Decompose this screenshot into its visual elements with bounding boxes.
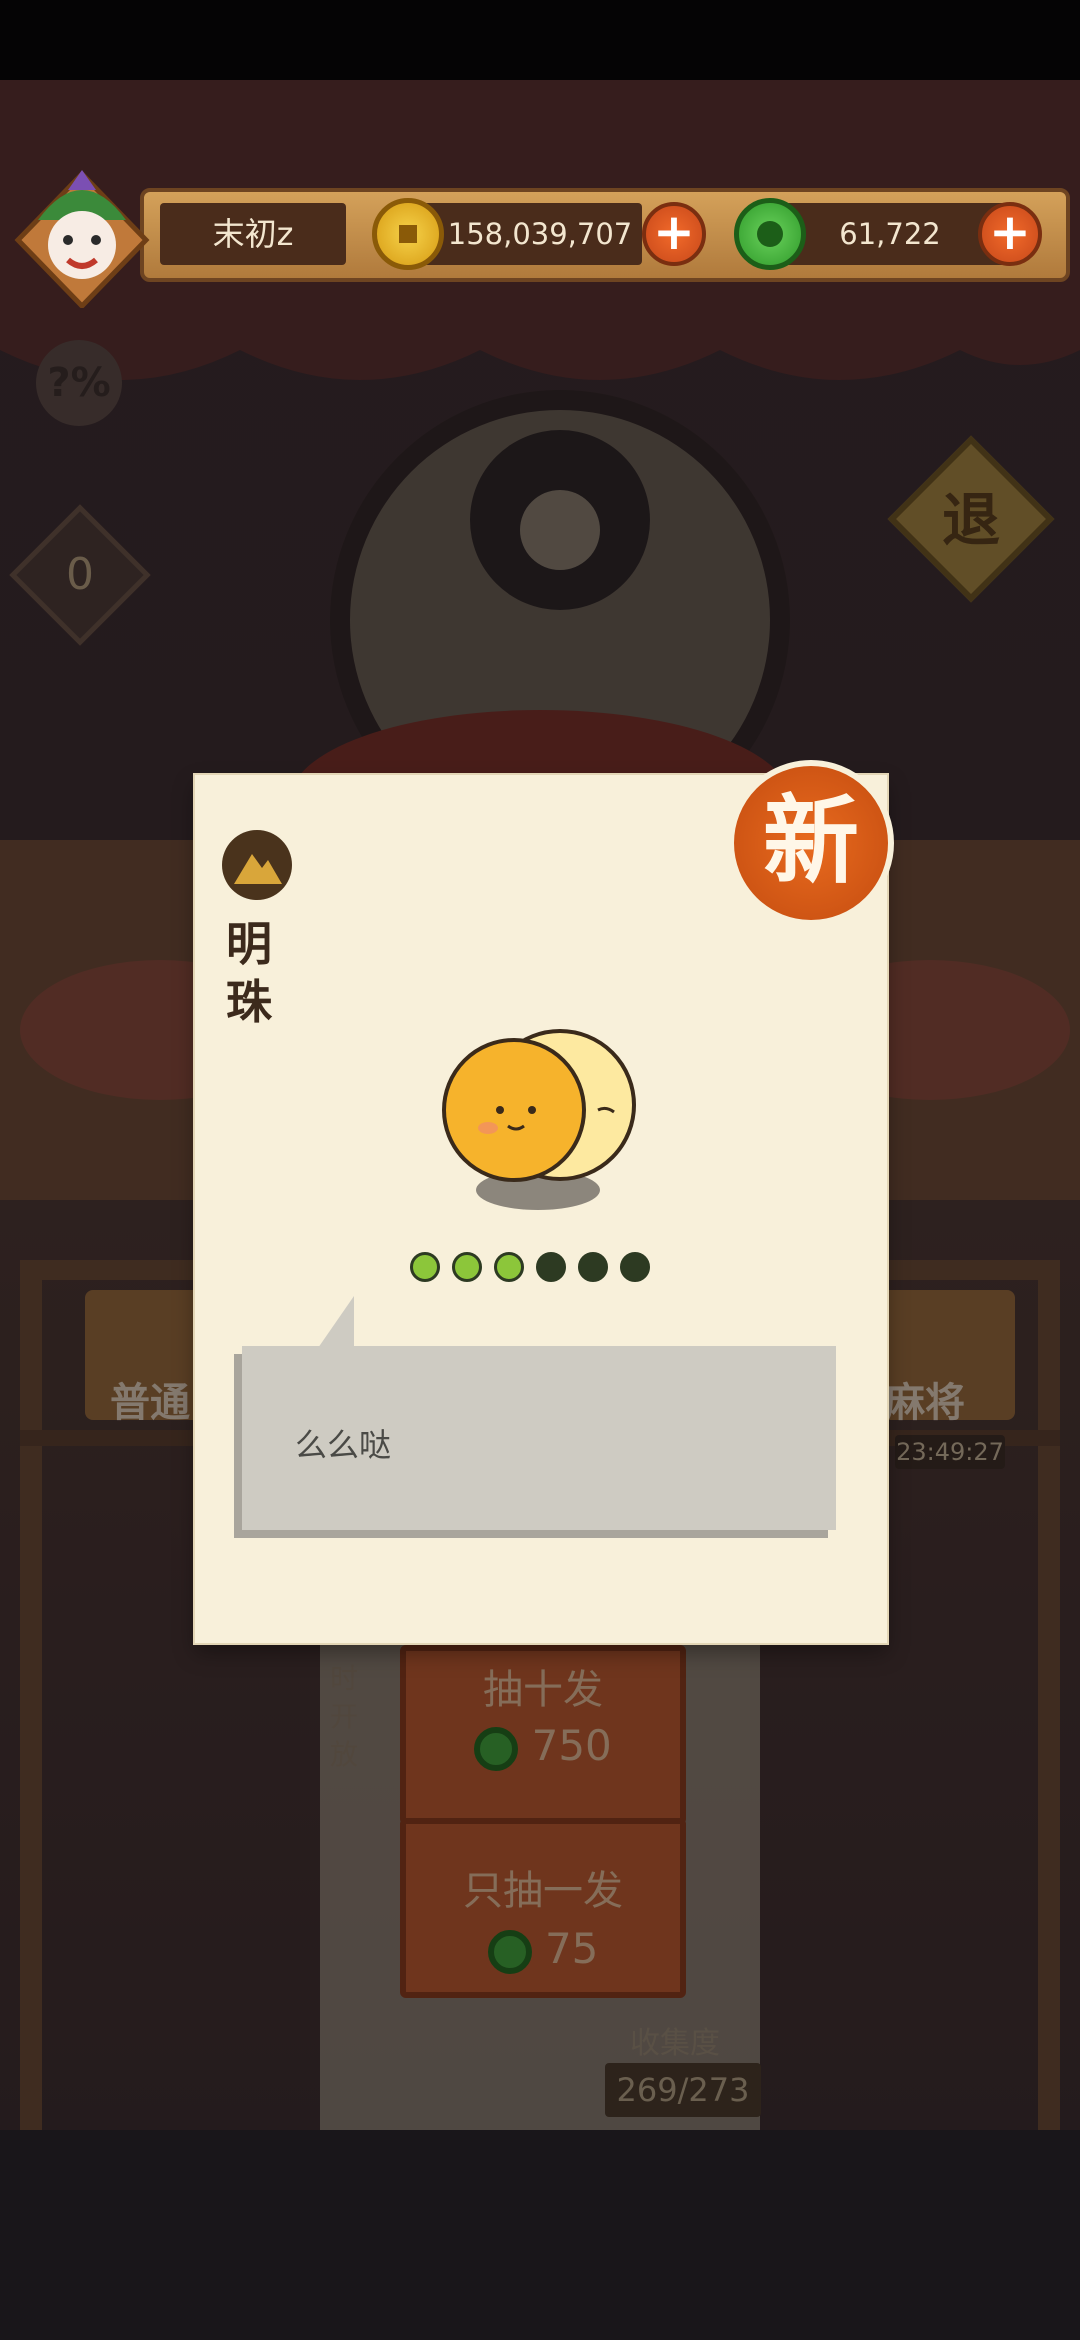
pearl-character-icon	[442, 1029, 636, 1210]
character-portrait	[430, 1010, 650, 1230]
rarity-dot-filled	[410, 1252, 440, 1282]
speech-tail	[318, 1296, 354, 1348]
mountain-icon	[222, 830, 292, 900]
username: 末初z	[212, 215, 294, 253]
gem-count: 61,722	[839, 217, 941, 251]
new-badge: 新	[728, 760, 894, 926]
rarity-dot-empty	[620, 1252, 650, 1282]
character-name: 明珠	[226, 917, 272, 1029]
coin-count: 158,039,707	[447, 217, 633, 251]
rarity-dot-filled	[452, 1252, 482, 1282]
gem-icon	[734, 198, 806, 270]
rarity-row	[410, 1250, 670, 1284]
add-coins-button[interactable]: +	[642, 202, 706, 266]
avatar[interactable]	[8, 160, 156, 310]
coin-icon	[372, 198, 444, 270]
dialog-text: 么么哒	[295, 1426, 392, 1464]
rarity-dot-filled	[494, 1252, 524, 1282]
add-gems-button[interactable]: +	[978, 202, 1042, 266]
rarity-dot-empty	[536, 1252, 566, 1282]
jester-avatar-icon	[14, 170, 150, 310]
rarity-dot-empty	[578, 1252, 608, 1282]
